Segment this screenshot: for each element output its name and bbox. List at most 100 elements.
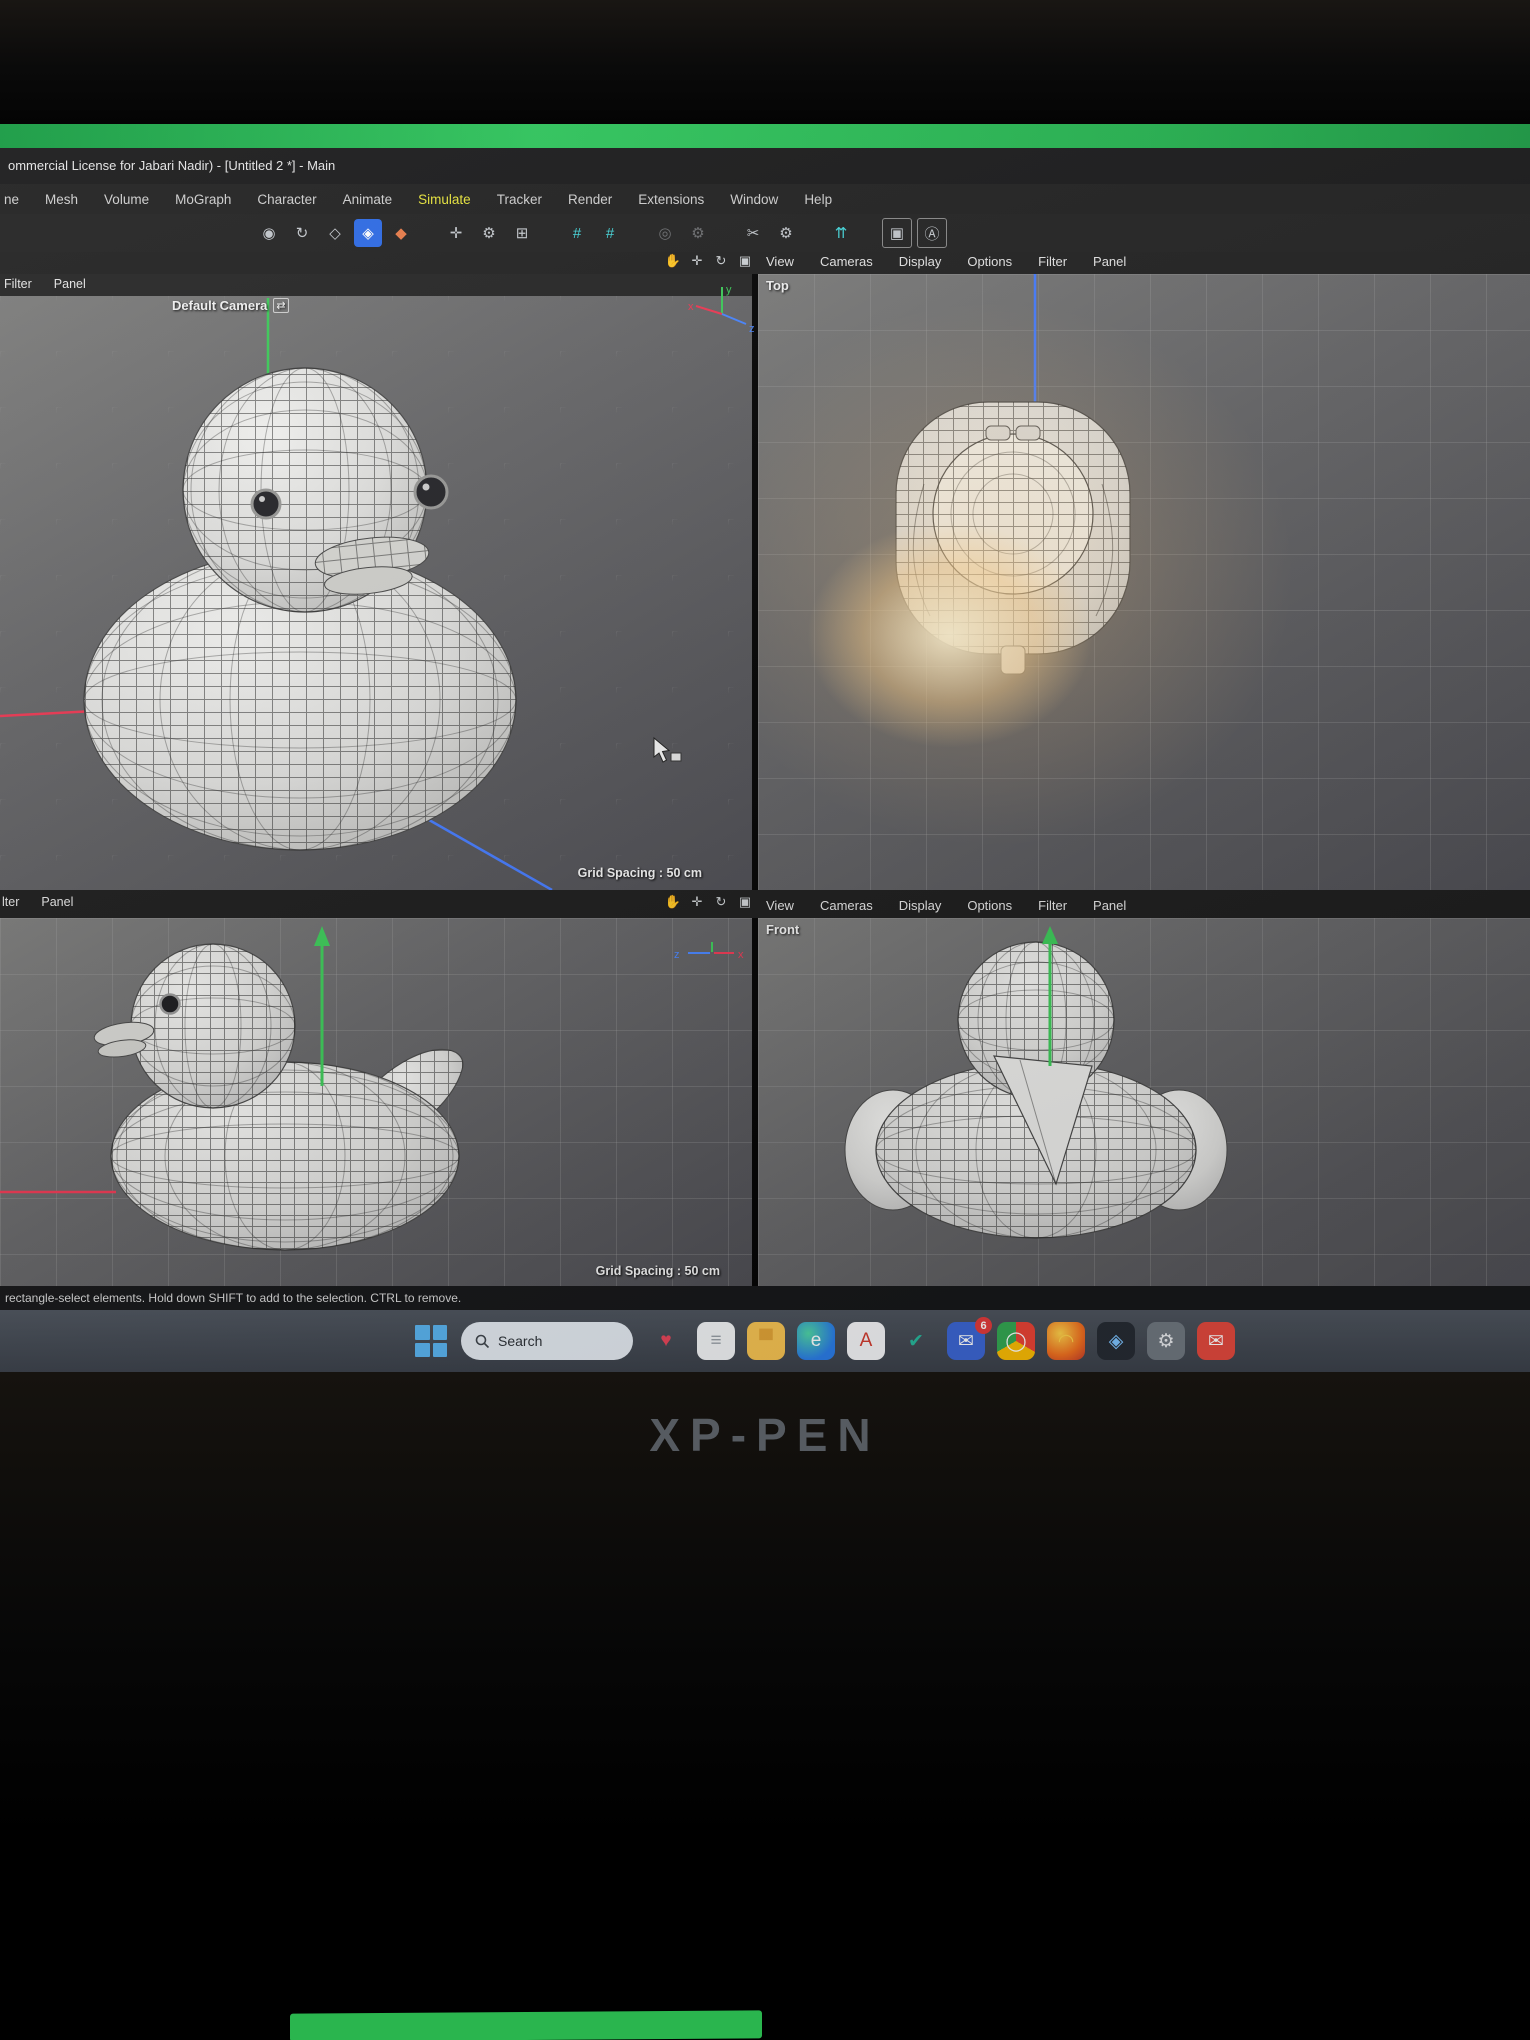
camera-label: Default Camera xyxy=(172,298,268,313)
taskbar-app-icons: ♥ ≡ ▀ e A ✔ ✉ 6 ◯ ◠ ◈ ⚙ ✉ xyxy=(647,1317,1235,1360)
mail-app-icon[interactable]: ✉ 6 xyxy=(947,1317,992,1360)
menu-item[interactable]: Animate xyxy=(343,192,393,207)
viewport-menu-item[interactable]: Display xyxy=(899,254,942,269)
duck-model-side xyxy=(0,926,464,1251)
viewport-menu-item[interactable]: Cameras xyxy=(820,254,873,269)
scale-tool-icon[interactable]: ◇ xyxy=(321,219,349,247)
camera-nav-icon[interactable]: ◉ xyxy=(255,219,283,247)
menu-item[interactable]: Tracker xyxy=(497,192,542,207)
side-viewport-menu: lter Panel xyxy=(2,895,73,909)
notepad-icon[interactable]: ≡ xyxy=(697,1322,735,1360)
viewport-label: Top xyxy=(766,278,789,293)
pan-hand-icon[interactable]: ✋ xyxy=(664,893,682,911)
monitor-bezel-top xyxy=(0,0,1530,124)
app-icon: ≡ xyxy=(710,1330,722,1351)
axis-gizmo-side: z x xyxy=(674,942,744,961)
viewport-menu-item[interactable]: Panel xyxy=(54,277,86,291)
viewport-menu-item[interactable]: Cameras xyxy=(820,898,873,913)
windows-taskbar: Search ♥ ≡ ▀ e A ✔ ✉ 6 ◯ ◠ ◈ ⚙ ✉ xyxy=(0,1310,1530,1372)
viewport-menu-item[interactable]: lter xyxy=(2,895,19,909)
rotate-icon[interactable]: ↻ xyxy=(712,252,730,270)
menu-item[interactable]: MoGraph xyxy=(175,192,231,207)
document-a-icon[interactable]: A xyxy=(847,1322,885,1360)
monitor-photo: ommercial License for Jabari Nadir) - [U… xyxy=(0,0,1530,2040)
menu-item[interactable]: Help xyxy=(804,192,832,207)
viewport-menu-item[interactable]: Options xyxy=(967,254,1012,269)
tool-gear-icon[interactable]: ⚙ xyxy=(772,219,800,247)
notification-badge: 6 xyxy=(975,1317,992,1334)
menu-item[interactable]: Volume xyxy=(104,192,149,207)
z-axis-label: z xyxy=(674,949,680,961)
menu-item[interactable]: Render xyxy=(568,192,612,207)
todo-check-icon[interactable]: ✔ xyxy=(897,1322,935,1360)
duck-tail xyxy=(1000,645,1026,675)
viewport-side[interactable]: Grid Spacing : 50 cm xyxy=(0,918,752,1286)
menu-item[interactable]: Mesh xyxy=(45,192,78,207)
viewport-menu-item[interactable]: Display xyxy=(899,898,942,913)
menu-item[interactable]: Simulate xyxy=(418,192,471,207)
viewport-menu-item[interactable]: Panel xyxy=(41,895,73,909)
move-icon[interactable]: ✛ xyxy=(688,252,706,270)
duck-beak xyxy=(985,425,1011,441)
chrome-browser-icon[interactable]: ◯ xyxy=(997,1322,1035,1360)
settings-gear-icon[interactable]: ⚙ xyxy=(1147,1322,1185,1360)
viewport-top[interactable]: Top xyxy=(758,274,1530,890)
app-icon: ◈ xyxy=(1108,1330,1124,1352)
window-title-bar: ommercial License for Jabari Nadir) - [U… xyxy=(0,148,1530,184)
firefox-browser-icon[interactable]: ◠ xyxy=(1047,1322,1085,1360)
taskbar-search[interactable]: Search xyxy=(461,1322,633,1360)
menu-item[interactable]: Character xyxy=(257,192,316,207)
snap-icon[interactable]: # xyxy=(563,219,591,247)
app-icon: ◠ xyxy=(1057,1330,1075,1352)
render-region-icon[interactable]: ▣ xyxy=(882,218,912,248)
app-icon: e xyxy=(810,1330,822,1351)
maximize-icon[interactable]: ▣ xyxy=(736,893,754,911)
perspective-viewport-controls: ✋ ✛ ↻ ▣ xyxy=(664,252,754,270)
viewport-perspective[interactable]: Default Camera ⇄ Grid Spacing: 50 cm xyxy=(0,296,752,890)
gmail-icon[interactable]: ✉ xyxy=(1197,1322,1235,1360)
mid-header-strip xyxy=(0,890,1530,918)
file-explorer-icon[interactable]: ▀ xyxy=(747,1322,785,1360)
viewport-menu-item[interactable]: Panel xyxy=(1093,898,1126,913)
viewport-menu-item[interactable]: View xyxy=(766,254,794,269)
viewport-menu-item[interactable]: Filter xyxy=(4,277,32,291)
disabled-circle-icon[interactable]: ◎ xyxy=(651,219,679,247)
search-icon xyxy=(475,1334,490,1348)
camera-menu[interactable]: Default Camera ⇄ xyxy=(172,298,289,313)
menu-item[interactable]: ne xyxy=(4,192,19,207)
menu-item[interactable]: Extensions xyxy=(638,192,704,207)
widgets-heart-icon[interactable]: ♥ xyxy=(647,1322,685,1360)
settings-gear-icon[interactable]: ⚙ xyxy=(475,219,503,247)
photos-icon[interactable]: ◈ xyxy=(1097,1322,1135,1360)
menu-item[interactable]: Window xyxy=(730,192,778,207)
edge-browser-icon[interactable]: e xyxy=(797,1322,835,1360)
viewport-menu-item[interactable]: Filter xyxy=(1038,254,1067,269)
viewport-front[interactable]: Front xyxy=(758,918,1530,1286)
search-label: Search xyxy=(498,1333,543,1349)
windows-start-button[interactable] xyxy=(415,1325,447,1357)
status-text: rectangle-select elements. Hold down SHI… xyxy=(5,1291,462,1305)
cut-tool-icon[interactable]: ✂ xyxy=(739,219,767,247)
rotate-icon[interactable]: ↻ xyxy=(712,893,730,911)
left-viewport-menu: Filter Panel xyxy=(4,277,86,291)
y-axis-label: y xyxy=(726,284,732,296)
orbit-icon[interactable]: ↻ xyxy=(288,219,316,247)
move-tool-icon[interactable]: ✛ xyxy=(442,219,470,247)
model-tool-icon[interactable]: ◈ xyxy=(354,219,382,247)
viewport-menu-item[interactable]: Panel xyxy=(1093,254,1126,269)
quantize-icon[interactable]: # xyxy=(596,219,624,247)
x-axis-label: x xyxy=(688,301,694,313)
move-icon[interactable]: ✛ xyxy=(688,893,706,911)
viewport-menu-item[interactable]: View xyxy=(766,898,794,913)
app-icon: A xyxy=(859,1330,873,1351)
viewport-menu-item[interactable]: Filter xyxy=(1038,898,1067,913)
disabled-gear-icon[interactable]: ⚙ xyxy=(684,219,712,247)
viewport-menu-item[interactable]: Options xyxy=(967,898,1012,913)
pan-hand-icon[interactable]: ✋ xyxy=(664,252,682,270)
maximize-icon[interactable]: ▣ xyxy=(736,252,754,270)
up-arrows-icon[interactable]: ⇈ xyxy=(827,219,855,247)
grid-array-icon[interactable]: ⊞ xyxy=(508,219,536,247)
workplane-icon[interactable]: ◆ xyxy=(387,219,415,247)
duck-eye xyxy=(159,993,181,1015)
annotation-icon[interactable]: Ⓐ xyxy=(917,218,947,248)
